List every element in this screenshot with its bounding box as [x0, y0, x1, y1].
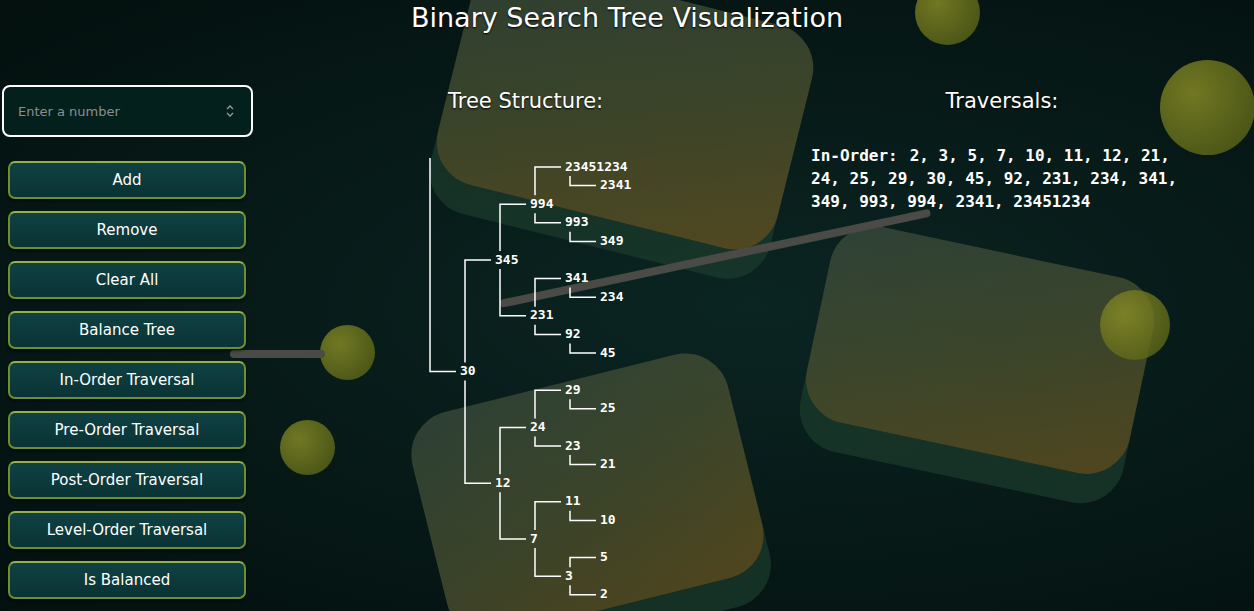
tree-node[interactable]: 92	[565, 326, 581, 341]
tree-diagram: 23451234 2341 994 993 349 345 341 234 231 92 45 30 2…	[254, 140, 810, 611]
tree-node[interactable]: 231	[530, 307, 554, 322]
tree-edge	[570, 585, 596, 595]
decor-bond	[230, 350, 325, 358]
tree-node[interactable]: 23451234	[565, 159, 628, 174]
page: Binary Search Tree Visualization Add Remo…	[0, 0, 1254, 611]
decor-ball	[280, 420, 335, 475]
tree-edge	[570, 176, 596, 186]
tree-node[interactable]: 12	[495, 475, 511, 490]
traversal-line: 349, 993, 994, 2341, 23451234	[811, 190, 1254, 213]
action-button[interactable]: Pre-Order Traversal	[8, 411, 246, 449]
tree-edge	[500, 427, 526, 474]
tree-node[interactable]: 994	[530, 196, 554, 211]
tree-edge	[465, 381, 491, 484]
root-connector	[430, 158, 456, 372]
number-field[interactable]	[2, 85, 253, 137]
traversal-output: In-Order: 2, 3, 5, 7, 10, 11, 12, 21, 24, …	[810, 144, 1254, 213]
tree-edge	[535, 213, 561, 223]
tree-node[interactable]: 23	[565, 438, 581, 453]
tree-edge	[535, 167, 561, 195]
tree-node[interactable]: 234	[600, 289, 624, 304]
tree-edge	[535, 502, 561, 530]
traversal-values: 2, 3, 5, 7, 10, 11, 12, 21,	[910, 146, 1170, 165]
tree-heading: Tree Structure:	[254, 88, 810, 114]
tree-node[interactable]: 345	[495, 252, 518, 267]
tree-edge	[570, 558, 596, 568]
action-button[interactable]: Add	[8, 161, 246, 199]
action-button[interactable]: Post-Order Traversal	[8, 461, 246, 499]
decor-block	[798, 218, 1162, 482]
tree-node[interactable]: 21	[600, 456, 616, 471]
traversal-line: In-Order: 2, 3, 5, 7, 10, 11, 12, 21,	[811, 144, 1254, 167]
tree-edge	[500, 204, 526, 251]
tree-edge	[535, 325, 561, 335]
decor-ball	[320, 325, 375, 380]
decor-ball	[1100, 290, 1170, 360]
button-list: Add Remove Clear All Balance Tree In-Order T…	[8, 161, 246, 599]
tree-edge	[465, 260, 491, 363]
number-input[interactable]	[16, 103, 219, 120]
tree-node[interactable]: 7	[530, 531, 538, 546]
decor-ball	[915, 0, 980, 45]
action-button[interactable]: Is Balanced	[8, 561, 246, 599]
tree-node[interactable]: 2	[600, 586, 608, 601]
spinner-icon[interactable]	[225, 103, 235, 119]
decor-block	[402, 344, 773, 611]
main: Add Remove Clear All Balance Tree In-Order T…	[0, 40, 1254, 611]
app: Binary Search Tree Visualization Add Remo…	[0, 0, 1254, 611]
action-button[interactable]: Clear All	[8, 261, 246, 299]
tree-node[interactable]: 25	[600, 400, 616, 415]
tree-edge	[570, 232, 596, 242]
tree-node[interactable]: 11	[565, 493, 581, 508]
traversal-values: 349, 993, 994, 2341, 23451234	[811, 192, 1090, 211]
tree-edge	[535, 548, 561, 576]
tree-node[interactable]: 5	[600, 549, 608, 564]
tree-node[interactable]: 993	[565, 214, 588, 229]
tree-node[interactable]: 30	[460, 363, 476, 378]
tree-node[interactable]: 3	[565, 568, 573, 583]
traversals-panel: Traversals: In-Order: 2, 3, 5, 7, 10, 11,…	[810, 40, 1254, 611]
tree-node[interactable]: 349	[600, 233, 623, 248]
traversal-label: In-Order:	[811, 146, 898, 165]
action-button[interactable]: Level-Order Traversal	[8, 511, 246, 549]
tree-panel: Tree Structure: 234512342341994993349345…	[254, 40, 810, 611]
tree-edge	[570, 288, 596, 298]
tree-node[interactable]: 2341	[600, 177, 631, 192]
tree-edge	[535, 436, 561, 446]
sidebar: Add Remove Clear All Balance Tree In-Order T…	[0, 40, 254, 611]
traversal-line: 24, 25, 29, 30, 45, 92, 231, 234, 341,	[811, 167, 1254, 190]
tree-edge	[500, 269, 526, 316]
decor-ball	[1160, 60, 1254, 155]
tree-edge	[535, 390, 561, 418]
action-button[interactable]: Balance Tree	[8, 311, 246, 349]
header: Binary Search Tree Visualization	[0, 0, 1254, 40]
tree-node[interactable]: 45	[600, 345, 616, 360]
tree-edge	[500, 492, 526, 539]
tree-edge	[570, 399, 596, 409]
tree-node[interactable]: 10	[600, 512, 616, 527]
tree-edge	[570, 343, 596, 353]
action-button[interactable]: In-Order Traversal	[8, 361, 246, 399]
tree-node[interactable]: 29	[565, 382, 581, 397]
traversal-values: 24, 25, 29, 30, 45, 92, 231, 234, 341,	[811, 169, 1177, 188]
action-button[interactable]: Remove	[8, 211, 246, 249]
tree-edge	[570, 511, 596, 521]
tree-edge	[570, 455, 596, 465]
traversals-heading: Traversals:	[810, 88, 1254, 114]
tree-edge	[535, 279, 561, 307]
decor-block	[427, 0, 822, 259]
page-title: Binary Search Tree Visualization	[411, 0, 843, 36]
tree-node[interactable]: 24	[530, 419, 546, 434]
tree-node[interactable]: 341	[565, 270, 589, 285]
